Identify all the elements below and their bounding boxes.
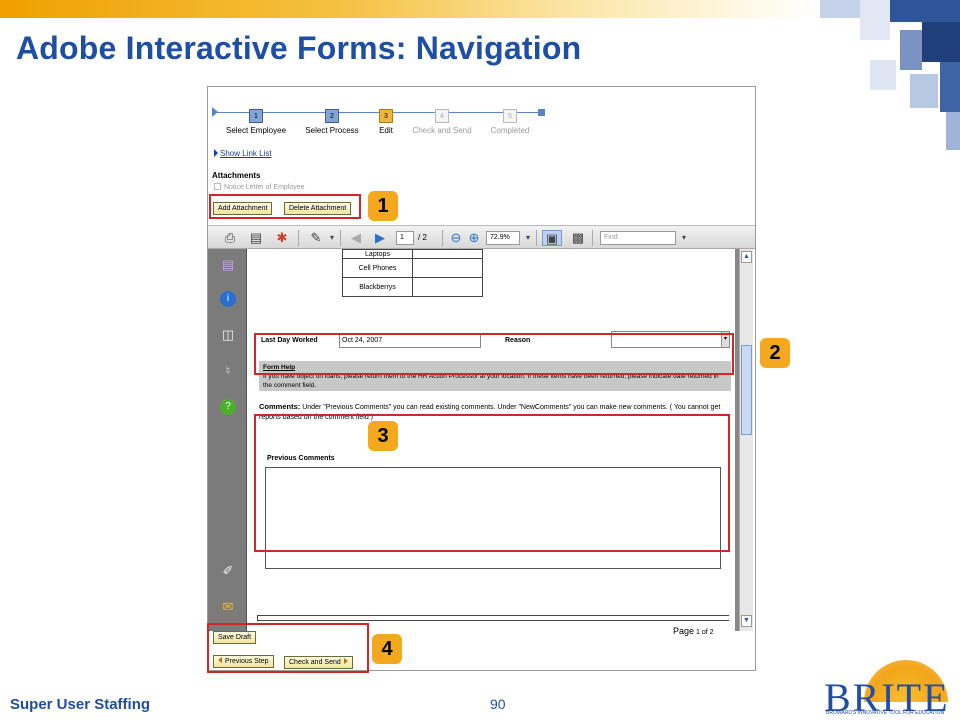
adobe-navigation-pane: ▤ i ◫ ♮ ? ✐ ✉ [208, 249, 246, 631]
item-date-field[interactable] [412, 258, 483, 278]
fit-width-icon[interactable]: ▩ [570, 230, 586, 246]
scroll-thumb[interactable] [741, 345, 752, 435]
help-icon[interactable]: ? [220, 399, 236, 415]
attachment-item[interactable]: Notice Letter of Employee [214, 183, 305, 191]
save-icon[interactable]: ▤ [248, 230, 264, 246]
zoom-level-field[interactable]: 72.9% [486, 231, 520, 245]
item-name: Laptops [342, 249, 413, 259]
toolbar-separator [536, 230, 537, 246]
comments-label: Comments: [259, 402, 301, 411]
brite-logo: BRITE BROWARD'S INNOVATIVE TOOL FOR EDUC… [822, 660, 954, 720]
attachments-title: Attachments [212, 171, 261, 180]
highlight-box-2 [254, 333, 734, 375]
table-row: Blackberrys [342, 277, 483, 297]
item-date-field[interactable] [412, 249, 483, 259]
attachments-panel-icon[interactable]: ◫ [220, 327, 236, 343]
zoom-in-icon[interactable]: ⊕ [466, 230, 482, 246]
callout-3: 3 [368, 421, 398, 451]
decor-blocks [800, 0, 960, 150]
toolbar-separator [298, 230, 299, 246]
highlight-box-1 [209, 194, 361, 219]
items-table: Laptops Cell Phones Blackberrys [342, 249, 483, 297]
item-date-field[interactable] [412, 277, 483, 297]
fit-page-icon[interactable]: ▣ [542, 230, 562, 246]
callout-1: 1 [368, 191, 398, 221]
logo-tagline: BROWARD'S INNOVATIVE TOOL FOR EDUCATION [826, 710, 945, 716]
footer-course-title: Super User Staffing [10, 696, 151, 713]
roadmap-step-5[interactable]: 5 Completed [470, 105, 550, 135]
find-input[interactable]: Find [600, 231, 676, 245]
comments-icon[interactable]: ✉ [220, 599, 236, 615]
item-name: Blackberrys [342, 277, 413, 297]
page-total: / 2 [418, 233, 427, 242]
show-link-list[interactable]: Show Link List [214, 149, 272, 158]
show-link-list-link[interactable]: Show Link List [220, 149, 272, 158]
roadmap-step-1[interactable]: 1 Select Employee [216, 105, 296, 135]
binoculars-icon[interactable]: ♮ [220, 363, 236, 379]
pages-icon[interactable]: ▤ [220, 257, 236, 273]
page-number-input[interactable]: 1 [396, 231, 414, 245]
slide-number: 90 [490, 696, 506, 712]
guided-procedure-roadmap: 1 Select Employee 2 Select Process 3 Edi… [208, 103, 755, 143]
step-number: 5 [503, 109, 517, 123]
toolbar-separator [340, 230, 341, 246]
page-indicator: Page 1 of 2 [673, 626, 714, 636]
slide-title: Adobe Interactive Forms: Navigation [16, 30, 582, 66]
info-icon[interactable]: i [220, 291, 236, 307]
toolbar-separator [442, 230, 443, 246]
form-help-text: If you have object on loans, please retu… [263, 373, 719, 389]
step-label: Completed [490, 126, 530, 135]
pdf-scrollbar[interactable]: ▲ ▼ [739, 249, 753, 631]
step-number: 4 [435, 109, 449, 123]
dropdown-arrow-icon[interactable]: ▾ [324, 230, 340, 246]
step-label: Select Employee [225, 126, 287, 135]
callout-2: 2 [760, 338, 790, 368]
scroll-up-icon[interactable]: ▲ [741, 251, 752, 263]
highlight-box-4 [207, 623, 369, 673]
find-dropdown-icon[interactable]: ▾ [676, 230, 692, 246]
highlight-box-3 [254, 414, 730, 552]
table-row: Laptops [342, 249, 483, 259]
page-of: 1 of 2 [695, 629, 714, 636]
previous-page-icon[interactable]: ◀ [348, 230, 364, 246]
select-tool-icon[interactable]: ✎ [308, 230, 324, 246]
callout-4: 4 [372, 634, 402, 664]
table-row: Cell Phones [342, 258, 483, 278]
scroll-down-icon[interactable]: ▼ [741, 615, 752, 627]
collaborate-icon[interactable]: ✱ [274, 230, 290, 246]
page-label: Page [673, 626, 695, 636]
item-name: Cell Phones [342, 258, 413, 278]
attachment-item-label: Notice Letter of Employee [224, 184, 305, 191]
print-icon[interactable]: ⎙ [222, 230, 238, 246]
step-number: 2 [325, 109, 339, 123]
zoom-out-icon[interactable]: ⊖ [448, 230, 464, 246]
step-number: 1 [249, 109, 263, 123]
paperclip-icon[interactable]: ✐ [220, 563, 236, 579]
page-footer-bar [257, 615, 729, 621]
sap-form-screenshot: 1 Select Employee 2 Select Process 3 Edi… [207, 86, 756, 671]
toolbar-separator [592, 230, 593, 246]
zoom-dropdown-icon[interactable]: ▾ [520, 230, 536, 246]
step-number: 3 [379, 109, 393, 123]
next-page-icon[interactable]: ▶ [372, 230, 388, 246]
expand-triangle-icon [214, 149, 218, 157]
adobe-toolbar: ⎙ ▤ ✱ ✎ ▾ ◀ ▶ 1 / 2 ⊖ ⊕ 72.9% ▾ ▣ ▩ Find… [208, 225, 755, 249]
attachment-checkbox[interactable] [214, 183, 221, 190]
